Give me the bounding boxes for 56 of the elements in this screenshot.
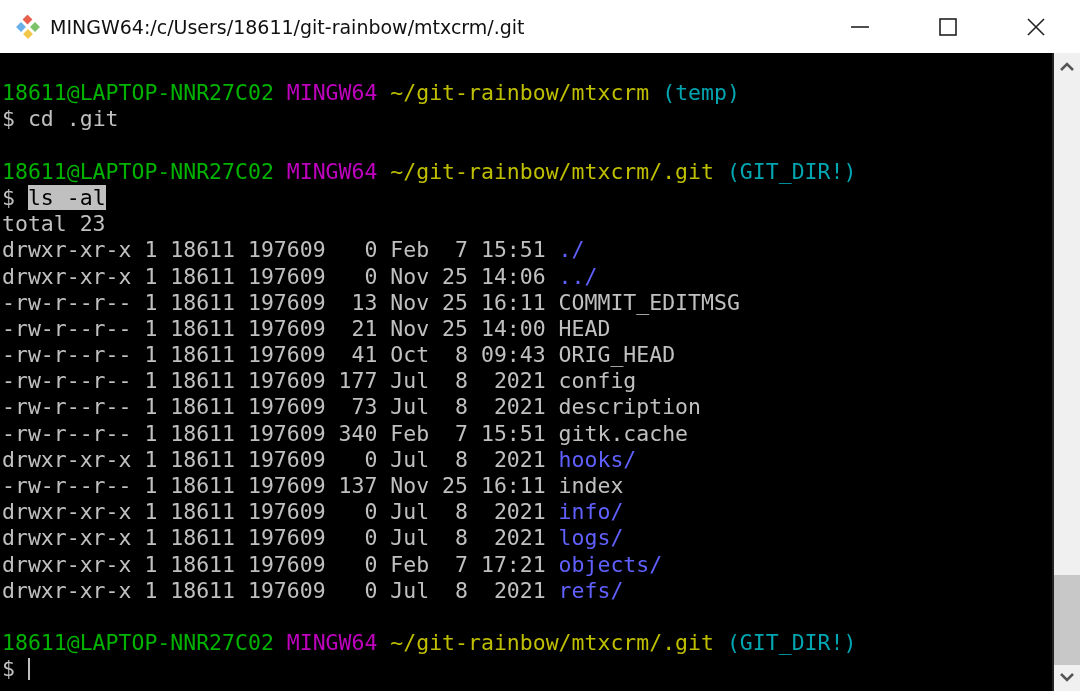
file-details: drwxr-xr-x 1 18611 197609 0 Feb 7 15:51 [2, 237, 546, 263]
file-name: COMMIT_EDITMSG [558, 289, 740, 315]
file-details: drwxr-xr-x 1 18611 197609 0 Jul 8 2021 [2, 499, 546, 525]
file-details: drwxr-xr-x 1 18611 197609 0 Jul 8 2021 [2, 525, 546, 551]
file-name: logs/ [558, 525, 624, 551]
file-details: -rw-r--r-- 1 18611 197609 340 Feb 7 15:51 [2, 420, 546, 446]
file-name: gitk.cache [558, 420, 689, 446]
chevron-up-icon[interactable] [1059, 61, 1075, 71]
file-details: drwxr-xr-x 1 18611 197609 0 Jul 8 2021 [2, 446, 546, 472]
path-text: ~/git-rainbow/mtxcrm/.git [390, 158, 714, 184]
diamond-logo-icon [16, 14, 40, 39]
file-name: ./ [558, 237, 585, 263]
file-name: refs/ [558, 577, 624, 603]
file-details: -rw-r--r-- 1 18611 197609 137 Nov 25 16:11 [2, 473, 546, 498]
user-host: 18611@LAPTOP-NNR27C02 [2, 80, 274, 106]
file-name: description [558, 394, 701, 420]
branch-text: (GIT_DIR!) [726, 158, 857, 184]
file-details: -rw-r--r-- 1 18611 197609 73 Jul 8 2021 [2, 394, 546, 420]
prompt-sign: $ [2, 106, 15, 132]
shell-name: MINGW64 [286, 158, 378, 184]
output-text: total 23 [2, 211, 106, 237]
file-name: index [558, 473, 624, 498]
file-name: hooks/ [558, 446, 637, 472]
prompt-sign: $ [2, 184, 15, 210]
file-name: ORIG_HEAD [558, 342, 676, 368]
close-icon [1026, 16, 1046, 37]
minimize-icon [850, 25, 870, 28]
file-name: info/ [558, 499, 624, 525]
file-details: drwxr-xr-x 1 18611 197609 0 Jul 8 2021 [2, 577, 546, 603]
text-cursor [27, 658, 30, 681]
maximize-icon [938, 16, 958, 37]
file-details: -rw-r--r-- 1 18611 197609 177 Jul 8 2021 [2, 368, 546, 394]
file-details: -rw-r--r-- 1 18611 197609 13 Nov 25 16:11 [2, 289, 546, 315]
user-host: 18611@LAPTOP-NNR27C02 [2, 630, 274, 656]
command-text: ls -al [27, 184, 106, 210]
scrollbar[interactable] [1052, 53, 1080, 691]
file-name: config [558, 368, 637, 394]
file-details: -rw-r--r-- 1 18611 197609 41 Oct 8 09:43 [2, 342, 546, 368]
file-name: objects/ [558, 551, 663, 577]
file-name: ../ [558, 263, 598, 289]
branch-text: (GIT_DIR!) [726, 630, 857, 656]
shell-name: MINGW64 [286, 80, 378, 106]
file-name: HEAD [558, 315, 611, 341]
file-details: drwxr-xr-x 1 18611 197609 0 Nov 25 14:06 [2, 263, 546, 289]
file-details: -rw-r--r-- 1 18611 197609 21 Nov 25 14:00 [2, 315, 546, 341]
window-title: MINGW64:/c/Users/18611/git-rainbow/mtxcrm/.git [50, 15, 526, 38]
path-text: ~/git-rainbow/mtxcrm [390, 80, 650, 106]
branch-text: (temp) [662, 80, 740, 106]
scrollbar-thumb[interactable] [1054, 575, 1080, 665]
prompt-sign: $ [2, 656, 15, 682]
chevron-down-icon[interactable] [1059, 673, 1075, 683]
user-host: 18611@LAPTOP-NNR27C02 [2, 158, 274, 184]
path-text: ~/git-rainbow/mtxcrm/.git [390, 630, 714, 656]
shell-name: MINGW64 [286, 630, 378, 656]
command-text: cd .git [27, 106, 119, 132]
file-details: drwxr-xr-x 1 18611 197609 0 Feb 7 17:21 [2, 551, 546, 577]
